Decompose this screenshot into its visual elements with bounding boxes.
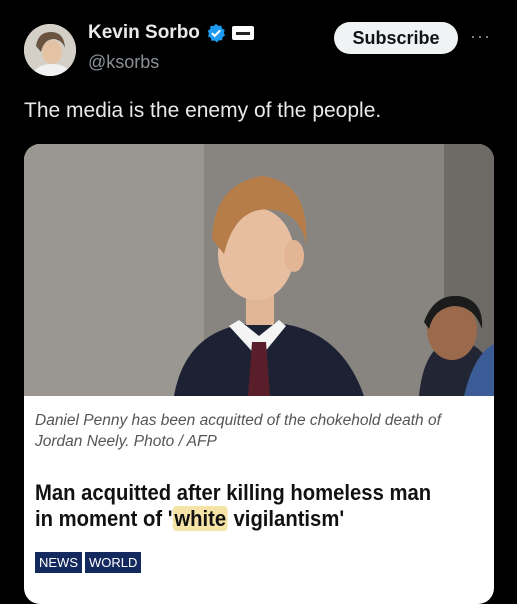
- tweet-text: The media is the enemy of the people.: [24, 99, 382, 122]
- affiliation-badge-icon: [231, 26, 254, 40]
- tag-news[interactable]: NEWS: [35, 552, 82, 573]
- headline-highlight: white: [172, 506, 228, 531]
- subscribe-button[interactable]: Subscribe: [334, 22, 458, 54]
- author-name[interactable]: Kevin Sorbo: [88, 22, 200, 44]
- avatar[interactable]: [24, 24, 76, 76]
- headline-text-end: vigilantism': [227, 506, 345, 531]
- avatar-photo: [24, 24, 76, 76]
- more-options-icon[interactable]: ···: [470, 26, 491, 47]
- article-tags: NEWS WORLD: [35, 552, 142, 573]
- tag-world[interactable]: WORLD: [85, 552, 142, 573]
- article-headline: Man acquitted after killing homeless man…: [35, 480, 445, 532]
- author-handle[interactable]: @ksorbs: [88, 52, 159, 73]
- tweet-header: Kevin Sorbo @ksorbs Subscribe ···: [0, 0, 517, 90]
- verified-badge-icon: [207, 23, 225, 43]
- article-photo: [24, 144, 494, 396]
- author-name-row: Kevin Sorbo: [88, 22, 254, 44]
- article-caption: Daniel Penny has been acquitted of the c…: [35, 412, 441, 450]
- link-preview-card[interactable]: Daniel Penny has been acquitted of the c…: [24, 144, 494, 604]
